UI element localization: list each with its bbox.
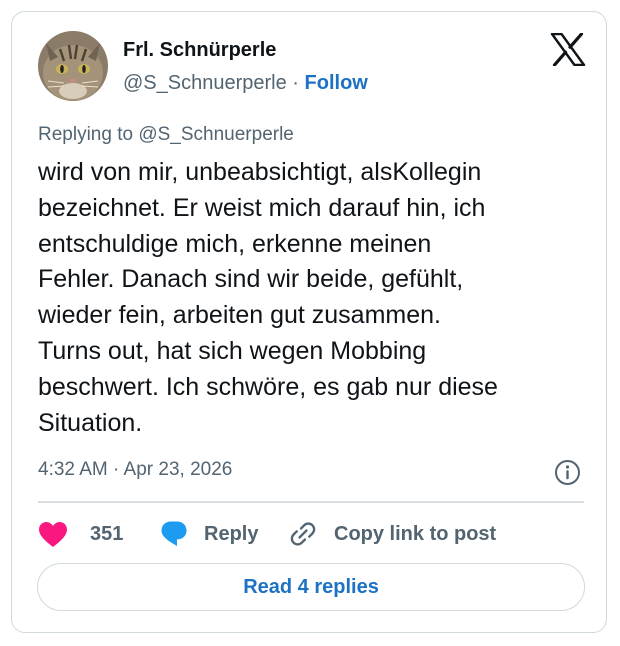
like-count: 351 (90, 522, 124, 545)
divider (38, 501, 584, 503)
speech-bubble-icon (161, 521, 187, 546)
reply-label: Reply (204, 522, 259, 545)
tweet-text-line: bezeichnet. Er weist mich darauf hin, ic… (38, 193, 486, 222)
copy-link-label: Copy link to post (334, 522, 497, 545)
author-name[interactable]: Frl. Schnürperle (123, 39, 276, 62)
separator-dot: · (292, 72, 299, 94)
author-handle[interactable]: @S_Schnuerperle (123, 72, 287, 94)
tweet-card: Frl. Schnürperle @S_Schnuerperle · Follo… (11, 11, 607, 633)
tweet-text: wird von mir, unbeabsichtigt, alsKollegi… (38, 155, 598, 441)
tweet-text-line: wird von mir, unbeabsichtigt, alsKollegi… (38, 158, 482, 186)
read-replies-label: Read 4 replies (243, 575, 379, 598)
avatar[interactable] (38, 31, 108, 101)
replying-to-label: Replying to @S_Schnuerperle (38, 124, 294, 145)
like-button[interactable]: 351 (38, 517, 123, 551)
tweet-text-line: Turns out, hat sich wegen Mobbing (38, 336, 427, 365)
read-replies-button[interactable]: Read 4 replies (37, 563, 585, 611)
tweet-text-line: Situation. (38, 408, 143, 437)
cat-avatar-icon (38, 31, 108, 101)
tweet-text-line: beschwert. Ich schwöre, es gab nur diese (38, 372, 498, 401)
heart-icon (39, 521, 67, 547)
copy-link-button[interactable]: Copy link to post (290, 517, 496, 551)
timestamp[interactable]: 4:32 AM · Apr 23, 2026 (38, 459, 232, 481)
x-logo-icon[interactable] (550, 33, 586, 66)
info-icon[interactable] (554, 459, 581, 486)
follow-button[interactable]: Follow (305, 72, 368, 94)
tweet-text-line: wieder fein, arbeiten gut zusammen. (38, 301, 441, 330)
tweet-text-line: entschuldige mich, erkenne meinen (38, 229, 432, 258)
tweet-text-line: Fehler. Danach sind wir beide, gefühlt, (38, 265, 464, 294)
link-icon (290, 522, 316, 546)
reply-button[interactable]: Reply (160, 517, 258, 551)
author-handle-line: @S_Schnuerperle · Follow (123, 72, 368, 95)
